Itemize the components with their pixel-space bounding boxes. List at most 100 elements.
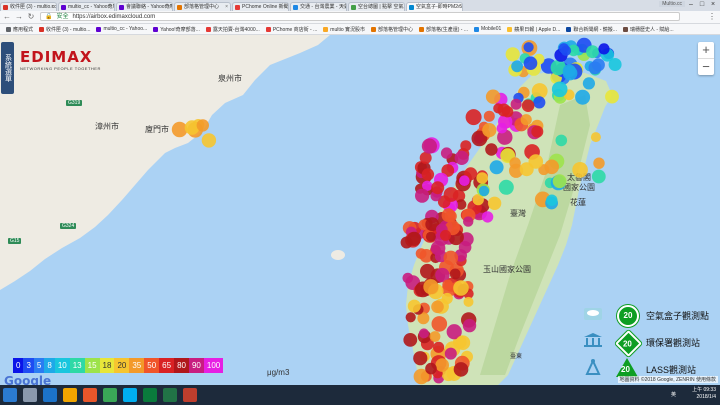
bookmark-item[interactable]: Yahoo!奇摩部落...: [153, 26, 200, 33]
bookmark-item[interactable]: 應用程式: [6, 26, 33, 33]
station-marker[interactable]: [405, 312, 416, 323]
station-marker[interactable]: [440, 147, 453, 159]
maximize-icon[interactable]: □: [697, 0, 707, 9]
station-marker[interactable]: [453, 362, 469, 377]
station-marker[interactable]: [433, 341, 445, 353]
station-marker[interactable]: [546, 194, 558, 206]
station-marker[interactable]: [496, 122, 508, 134]
station-marker[interactable]: [196, 119, 209, 132]
zoom-out-button[interactable]: −: [698, 59, 714, 75]
tab-close-icon[interactable]: ×: [399, 3, 402, 11]
station-marker[interactable]: [201, 133, 217, 148]
station-marker[interactable]: [425, 362, 437, 375]
station-marker[interactable]: [493, 103, 504, 114]
bookmark-item[interactable]: 瑞穗歷史人 - 賦給...: [622, 26, 674, 33]
station-marker[interactable]: [444, 347, 457, 360]
browser-tab[interactable]: 空氣盒子-即時PM2.5 ×: [406, 2, 463, 11]
station-marker[interactable]: [430, 240, 446, 256]
close-icon[interactable]: ×: [708, 0, 718, 9]
station-marker[interactable]: [572, 162, 588, 178]
url-input[interactable]: 🔒 安全 https://airbox.edimaxcloud.com: [40, 12, 680, 21]
bookmark-item[interactable]: multio 實況股市: [323, 26, 365, 33]
station-marker[interactable]: [523, 56, 538, 70]
bookmark-item[interactable]: 露天拍賣-台灣4000...: [205, 26, 260, 33]
browser-tab[interactable]: PChome Online 新聞台 ×: [232, 2, 289, 11]
map-canvas[interactable]: EDIMAX NETWORKING PEOPLE TOGETHER 系統選單 泉…: [0, 35, 720, 385]
ie-icon[interactable]: [43, 388, 57, 402]
minimize-icon[interactable]: –: [686, 0, 696, 9]
tab-close-icon[interactable]: ×: [341, 3, 344, 11]
station-marker[interactable]: [523, 42, 534, 53]
station-marker[interactable]: [521, 99, 535, 112]
station-marker[interactable]: [463, 216, 474, 227]
clock[interactable]: 上午 09:33 2018/1/4: [692, 387, 716, 401]
station-marker[interactable]: [478, 185, 490, 197]
station-marker[interactable]: [453, 280, 469, 296]
bookmark-item[interactable]: 部落格(生產還) - ...: [419, 26, 468, 33]
station-marker[interactable]: [435, 358, 450, 372]
station-marker[interactable]: [431, 316, 448, 332]
station-marker[interactable]: [511, 60, 523, 73]
station-marker[interactable]: [575, 89, 591, 105]
station-marker[interactable]: [510, 98, 522, 110]
back-icon[interactable]: ←: [2, 12, 12, 22]
station-marker[interactable]: [485, 143, 498, 156]
reload-icon[interactable]: ↻: [26, 12, 36, 22]
station-marker[interactable]: [520, 114, 532, 126]
tab-close-icon[interactable]: ×: [283, 3, 286, 11]
station-marker[interactable]: [482, 123, 497, 138]
station-marker[interactable]: [415, 248, 427, 259]
station-marker[interactable]: [407, 231, 422, 246]
station-marker[interactable]: [487, 196, 502, 210]
station-marker[interactable]: [489, 160, 504, 175]
station-marker[interactable]: [593, 157, 605, 169]
explorer-icon[interactable]: [23, 388, 37, 402]
browser-tab[interactable]: 部落格管理中心 ×: [174, 2, 231, 11]
station-marker[interactable]: [425, 231, 436, 242]
station-marker[interactable]: [463, 296, 474, 307]
station-marker[interactable]: [465, 109, 482, 126]
line-icon[interactable]: [143, 388, 157, 402]
station-marker[interactable]: [483, 110, 495, 122]
tab-close-icon[interactable]: ×: [225, 3, 228, 11]
station-marker[interactable]: [509, 157, 521, 169]
station-marker[interactable]: [485, 89, 501, 104]
station-marker[interactable]: [552, 174, 567, 189]
station-marker[interactable]: [558, 43, 569, 54]
ime-indicator[interactable]: 英: [671, 391, 676, 398]
station-marker[interactable]: [403, 333, 418, 347]
station-marker[interactable]: [440, 229, 451, 241]
station-marker[interactable]: [460, 140, 472, 152]
station-marker[interactable]: [501, 106, 514, 118]
folder-icon[interactable]: [63, 388, 77, 402]
bookmark-item[interactable]: 聯合新聞網 - 鏡搬...: [566, 26, 617, 33]
station-marker[interactable]: [421, 138, 437, 154]
station-marker[interactable]: [533, 96, 546, 109]
station-marker[interactable]: [528, 154, 544, 169]
station-marker[interactable]: [591, 58, 605, 72]
station-marker[interactable]: [420, 263, 435, 279]
station-marker[interactable]: [476, 172, 489, 184]
tab-close-icon[interactable]: ×: [167, 3, 170, 11]
bookmark-item[interactable]: 部落格管理中心: [371, 26, 413, 33]
station-marker[interactable]: [431, 300, 444, 314]
menu-icon[interactable]: ⋮: [708, 12, 716, 21]
app-icon[interactable]: [183, 388, 197, 402]
browser-tab[interactable]: 收件匣 (3) - multio.cc@...×: [0, 2, 57, 11]
station-marker[interactable]: [431, 181, 445, 195]
station-marker[interactable]: [481, 211, 494, 223]
station-marker[interactable]: [458, 241, 472, 254]
chrome-icon[interactable]: [103, 388, 117, 402]
station-marker[interactable]: [415, 188, 430, 203]
station-marker[interactable]: [462, 318, 477, 333]
station-marker[interactable]: [441, 208, 456, 223]
browser-tab[interactable]: multio_cc - Yahoo奇摩...×: [58, 2, 115, 11]
station-marker[interactable]: [586, 45, 599, 59]
station-marker[interactable]: [419, 151, 432, 164]
bookmark-item[interactable]: 收件匣 (3) - multio...: [39, 26, 90, 33]
station-marker[interactable]: [582, 77, 596, 90]
station-marker[interactable]: [413, 351, 428, 366]
station-marker[interactable]: [531, 125, 544, 138]
station-marker[interactable]: [423, 279, 439, 295]
browser-tab[interactable]: 空台總圖 | 點擊 空氣... ×: [348, 2, 405, 11]
